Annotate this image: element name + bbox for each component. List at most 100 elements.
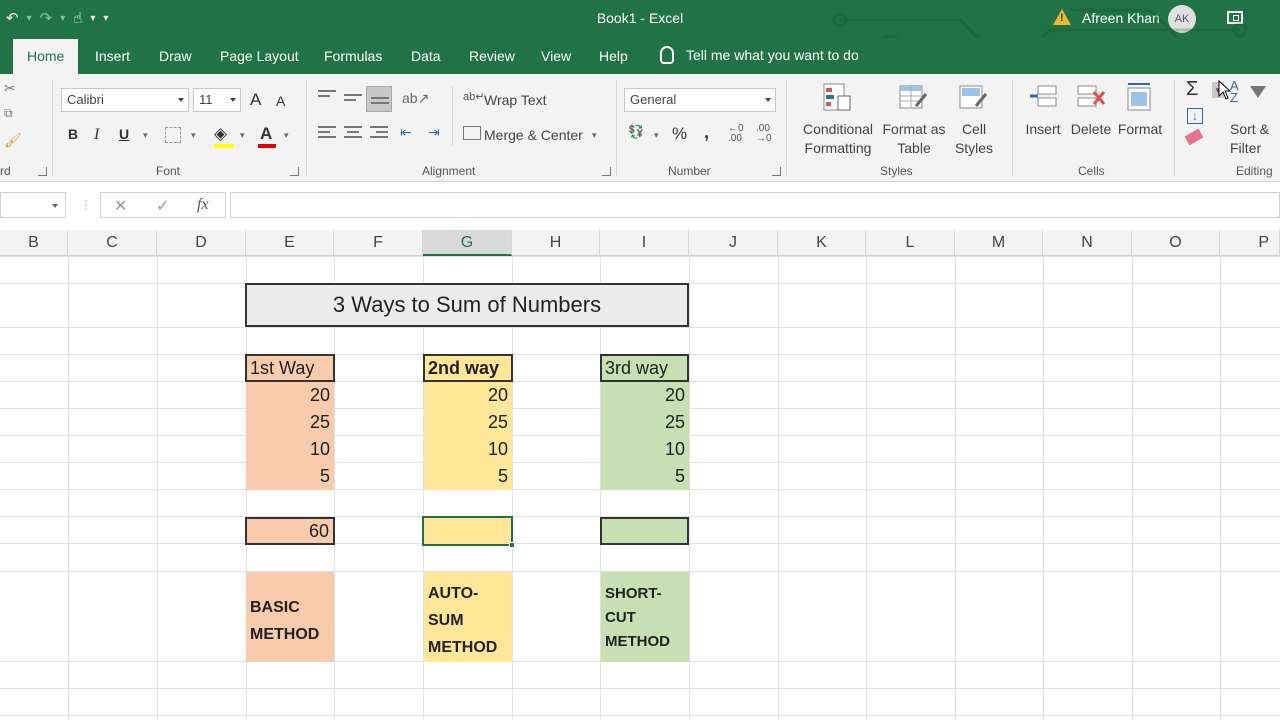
column-header-m[interactable]: M: [955, 230, 1043, 256]
fill-handle[interactable]: [509, 542, 515, 548]
tell-me-search[interactable]: Tell me what you want to do: [660, 46, 859, 64]
way2-method-cell[interactable]: AUTO- SUM METHOD: [424, 572, 512, 662]
accounting-format-icon[interactable]: 💱: [628, 124, 644, 140]
column-header-p[interactable]: P: [1220, 230, 1280, 256]
way2-value-cell[interactable]: 20: [424, 382, 512, 409]
italic-button[interactable]: I: [94, 126, 99, 144]
way3-value-cell[interactable]: 25: [601, 409, 689, 436]
align-right-icon[interactable]: [370, 126, 388, 140]
tab-draw[interactable]: Draw: [159, 48, 192, 64]
tab-formulas[interactable]: Formulas: [324, 48, 382, 64]
format-painter-icon[interactable]: 🖌: [4, 132, 22, 149]
wrap-text-icon[interactable]: ab↵: [463, 90, 484, 103]
column-header-h[interactable]: H: [512, 230, 600, 256]
avatar[interactable]: AK: [1168, 5, 1196, 33]
column-header-e[interactable]: E: [246, 230, 334, 256]
comma-button[interactable]: ,: [704, 122, 709, 143]
orientation-icon[interactable]: ab↗: [402, 90, 429, 107]
borders-icon[interactable]: [165, 127, 181, 143]
number-launcher-icon[interactable]: [772, 167, 781, 176]
column-header-o[interactable]: O: [1132, 230, 1220, 256]
font-family-select[interactable]: Calibri: [61, 88, 189, 112]
tab-data[interactable]: Data: [411, 48, 441, 64]
way1-header-cell[interactable]: 1st Way: [245, 354, 335, 382]
column-header-k[interactable]: K: [778, 230, 866, 256]
font-color-dropdown-icon[interactable]: ▾: [284, 130, 289, 141]
decrease-decimal-icon[interactable]: .00 →0: [756, 124, 772, 144]
column-header-b[interactable]: B: [0, 230, 68, 256]
way1-value-cell[interactable]: 25: [246, 409, 334, 436]
way1-value-cell[interactable]: 5: [246, 463, 334, 490]
column-header-c[interactable]: C: [68, 230, 157, 256]
enter-icon[interactable]: ✓: [156, 196, 169, 216]
name-box[interactable]: [0, 192, 66, 218]
way3-value-cell[interactable]: 10: [601, 436, 689, 463]
align-left-icon[interactable]: [318, 126, 336, 140]
accounting-dropdown-icon[interactable]: ▾: [654, 130, 659, 141]
tab-review[interactable]: Review: [469, 48, 515, 64]
worksheet-grid[interactable]: 3 Ways to Sum of Numbers 1st Way 20 25 1…: [0, 256, 1280, 720]
tab-insert[interactable]: Insert: [95, 48, 130, 64]
user-name[interactable]: Afreen Khan: [1082, 10, 1160, 26]
copy-icon[interactable]: ⧉: [4, 106, 13, 121]
way1-value-cell[interactable]: 10: [246, 436, 334, 463]
column-header-d[interactable]: D: [157, 230, 246, 256]
way2-value-cell[interactable]: 5: [424, 463, 512, 490]
insert-cells-button[interactable]: Insert: [1020, 120, 1066, 139]
column-header-n[interactable]: N: [1043, 230, 1132, 256]
percent-button[interactable]: %: [672, 124, 687, 144]
number-format-select[interactable]: General: [624, 88, 776, 112]
format-as-table-button[interactable]: Format as Table: [880, 120, 948, 158]
clipboard-launcher-icon[interactable]: [38, 167, 47, 176]
way1-value-cell[interactable]: 20: [246, 382, 334, 409]
merge-center-button[interactable]: Merge & Center: [484, 127, 583, 143]
bold-button[interactable]: B: [68, 126, 78, 142]
column-header-j[interactable]: J: [689, 230, 778, 256]
way3-total-cell[interactable]: [600, 517, 689, 545]
bottom-align-button[interactable]: [366, 86, 392, 112]
formula-input[interactable]: [230, 192, 1280, 218]
alignment-launcher-icon[interactable]: [602, 167, 611, 176]
tab-home[interactable]: Home: [13, 39, 79, 74]
clear-icon[interactable]: [1184, 128, 1204, 146]
increase-decimal-icon[interactable]: ←0.00: [728, 124, 744, 144]
font-size-select[interactable]: 11: [193, 88, 241, 112]
fill-color-icon[interactable]: ◈: [214, 124, 227, 144]
column-header-g[interactable]: G: [423, 230, 512, 256]
conditional-formatting-button[interactable]: Conditional Formatting: [796, 120, 880, 158]
format-cells-button[interactable]: Format: [1114, 120, 1166, 139]
sort-filter-button[interactable]: Sort & Filter: [1222, 120, 1280, 158]
grow-font-button[interactable]: A: [250, 90, 261, 110]
way2-header-cell[interactable]: 2nd way: [423, 354, 513, 382]
tab-page-layout[interactable]: Page Layout: [220, 48, 299, 64]
way3-value-cell[interactable]: 20: [601, 382, 689, 409]
top-align-icon[interactable]: [318, 90, 336, 104]
fill-icon[interactable]: ↓: [1187, 108, 1203, 124]
way3-value-cell[interactable]: 5: [601, 463, 689, 490]
way2-value-cell[interactable]: 25: [424, 409, 512, 436]
merge-center-icon[interactable]: [463, 126, 481, 140]
decrease-indent-icon[interactable]: ⇤: [400, 124, 412, 141]
way3-method-cell[interactable]: SHORT- CUT METHOD: [601, 572, 689, 662]
ribbon-display-options-icon[interactable]: [1227, 11, 1243, 24]
wrap-text-button[interactable]: Wrap Text: [484, 92, 547, 108]
warning-icon[interactable]: [1053, 9, 1071, 25]
column-header-f[interactable]: F: [334, 230, 423, 256]
cell-styles-button[interactable]: Cell Styles: [946, 120, 1002, 158]
way1-total-cell[interactable]: 60: [245, 517, 335, 545]
way1-method-cell[interactable]: BASIC METHOD: [246, 572, 334, 662]
column-header-l[interactable]: L: [866, 230, 955, 256]
merge-dropdown-icon[interactable]: ▾: [592, 130, 597, 141]
middle-align-icon[interactable]: [344, 94, 362, 108]
shrink-font-button[interactable]: A: [276, 93, 285, 109]
way2-total-cell-active[interactable]: [422, 516, 513, 546]
borders-dropdown-icon[interactable]: ▾: [191, 130, 196, 141]
autosum-button[interactable]: Σ: [1186, 78, 1198, 101]
way2-value-cell[interactable]: 10: [424, 436, 512, 463]
cut-icon[interactable]: ✂: [4, 80, 16, 97]
increase-indent-icon[interactable]: ⇥: [428, 124, 440, 141]
sheet-title-cell[interactable]: 3 Ways to Sum of Numbers: [245, 283, 689, 327]
font-launcher-icon[interactable]: [290, 167, 299, 176]
font-color-button[interactable]: A: [260, 124, 272, 144]
underline-dropdown-icon[interactable]: ▾: [143, 130, 148, 141]
